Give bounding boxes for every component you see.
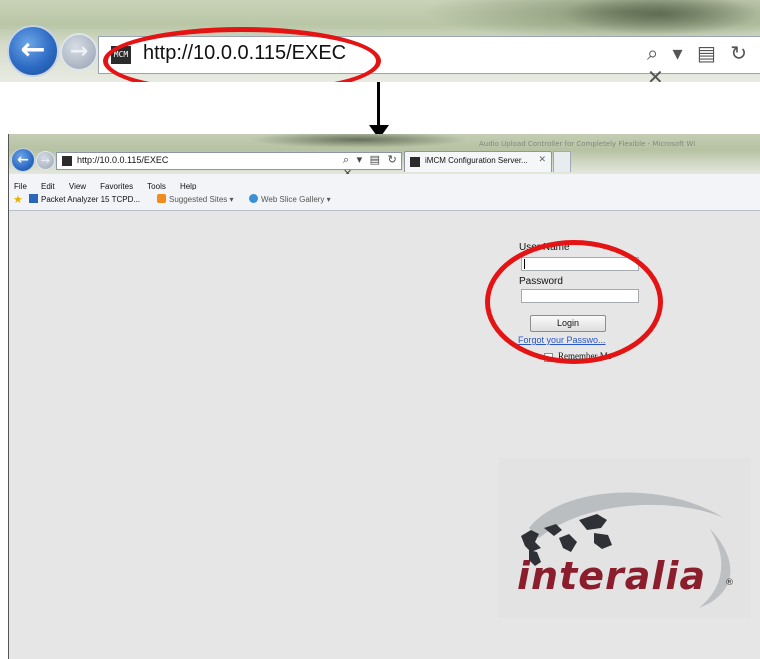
browser-window: Audio Upload Controller for Completely F…: [8, 134, 760, 659]
annotation-arrow-line: [377, 82, 380, 130]
favorite-label: Packet Analyzer 15 TCPD...: [41, 195, 141, 204]
suggested-sites-icon: [157, 194, 166, 203]
address-bar[interactable]: http://10.0.0.115/EXEC ⌕ ▾ ▤ ↻ ✕: [56, 152, 402, 180]
zoomed-address-bar-strip: ← → MCM http://10.0.0.115/EXEC ⌕ ▾ ▤ ↻ ✕: [0, 0, 760, 82]
forward-arrow-icon[interactable]: →: [60, 33, 98, 71]
address-tools-icons[interactable]: ⌕ ▾ ▤ ↻ ✕: [647, 41, 760, 82]
registered-mark: ®: [725, 578, 734, 588]
tab-favicon-icon: [410, 157, 420, 167]
page-content: User Name Password Login Forgot your Pas…: [9, 211, 760, 659]
tab-label: iMCM Configuration Server...: [425, 156, 528, 165]
logo-text: interalia: [517, 554, 707, 598]
tab-imcm-configuration[interactable]: iMCM Configuration Server... ✕: [404, 151, 552, 172]
background-blur: [249, 134, 469, 148]
favorite-suggested-sites[interactable]: Suggested Sites ▾: [157, 194, 234, 204]
new-tab-button[interactable]: [553, 151, 571, 172]
web-slice-icon: [249, 194, 258, 203]
back-button[interactable]: ←: [11, 148, 35, 172]
favorite-packet-analyzer[interactable]: Packet Analyzer 15 TCPD...: [29, 194, 140, 204]
forward-button[interactable]: →: [36, 151, 55, 170]
favorite-web-slice-gallery[interactable]: Web Slice Gallery ▾: [249, 194, 331, 204]
menu-bar: File Edit View Favorites Tools Help: [9, 174, 760, 191]
address-url[interactable]: http://10.0.0.115/EXEC: [77, 155, 168, 165]
background-blur: [560, 0, 760, 35]
favorites-bar: ★ Packet Analyzer 15 TCPD... Suggested S…: [9, 190, 760, 211]
interalia-logo: interalia ®: [499, 458, 751, 618]
favorite-label: Suggested Sites ▾: [169, 195, 234, 204]
back-arrow-icon[interactable]: ←: [7, 25, 59, 77]
title-bar: Audio Upload Controller for Completely F…: [9, 134, 760, 180]
site-favicon-icon: [62, 156, 72, 166]
annotation-circle-login: [485, 240, 663, 364]
favorites-star-icon[interactable]: ★: [13, 193, 23, 206]
packet-analyzer-icon: [29, 194, 38, 203]
window-title: Audio Upload Controller for Completely F…: [479, 140, 696, 148]
close-tab-icon[interactable]: ✕: [538, 155, 546, 165]
favorite-label: Web Slice Gallery ▾: [261, 195, 331, 204]
